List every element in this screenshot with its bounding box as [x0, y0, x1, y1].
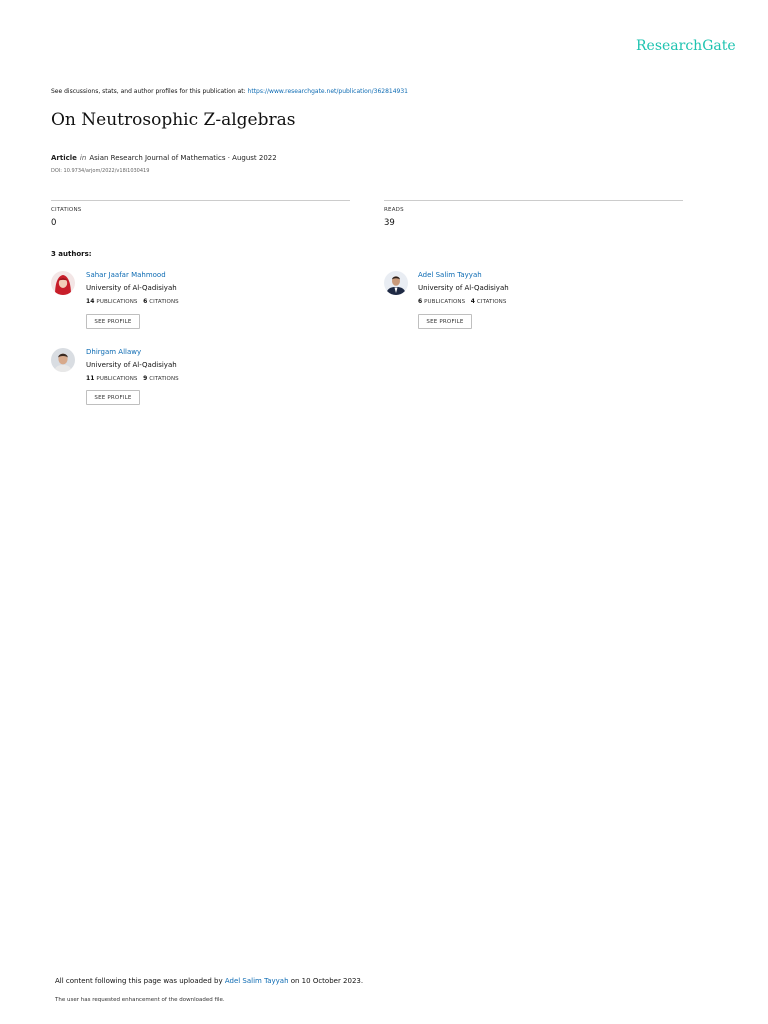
publication-type: Article [51, 154, 77, 162]
see-profile-button[interactable]: SEE PROFILE [86, 314, 140, 329]
publication-title: On Neutrosophic Z-algebras [51, 110, 296, 130]
author-stats: 14 PUBLICATIONS 6 CITATIONS [86, 298, 179, 305]
enhancement-note: The user has requested enhancement of th… [55, 997, 225, 1003]
publications-label: PUBLICATIONS [96, 299, 138, 305]
author-university: University of Al-Qadisiyah [86, 284, 177, 292]
avatar[interactable] [51, 271, 75, 295]
author-photo-icon [51, 348, 75, 372]
upload-note: All content following this page was uplo… [55, 977, 363, 985]
author-photo-icon [51, 271, 75, 295]
citations-value: 0 [51, 218, 57, 228]
reads-label: READS [384, 207, 404, 213]
in-word: in [79, 154, 87, 162]
avatar[interactable] [384, 271, 408, 295]
journal-date: Asian Research Journal of Mathematics · … [89, 154, 277, 162]
discussion-prefix: See discussions, stats, and author profi… [51, 88, 248, 95]
upload-suffix: on 10 October 2023. [288, 977, 364, 985]
citations-divider [51, 200, 350, 201]
publications-count: 6 [418, 298, 423, 305]
researchgate-logo[interactable]: ResearchGate [636, 38, 736, 54]
citations-label: CITATIONS [149, 299, 179, 305]
discussion-line: See discussions, stats, and author profi… [51, 88, 408, 95]
publications-label: PUBLICATIONS [424, 299, 466, 305]
doi: DOI: 10.9734/arjom/2022/v18i1030419 [51, 168, 150, 174]
citations-count: 9 [143, 375, 148, 382]
author-university: University of Al-Qadisiyah [86, 361, 177, 369]
publication-link[interactable]: https://www.researchgate.net/publication… [248, 88, 408, 95]
citations-count: 6 [143, 298, 148, 305]
reads-divider [384, 200, 683, 201]
citations-count: 4 [470, 298, 476, 305]
publications-label: PUBLICATIONS [96, 376, 138, 382]
author-university: University of Al-Qadisiyah [418, 284, 509, 292]
publications-count: 11 [86, 375, 95, 382]
author-stats: 11 PUBLICATIONS 9 CITATIONS [86, 375, 179, 382]
authors-heading: 3 authors: [51, 250, 92, 258]
author-photo-icon [384, 271, 408, 295]
publication-meta: Article in Asian Research Journal of Mathe… [51, 154, 277, 162]
see-profile-button[interactable]: SEE PROFILE [418, 314, 472, 329]
uploader-link[interactable]: Adel Salim Tayyah [225, 977, 289, 985]
upload-prefix: All content following this page was uplo… [55, 977, 225, 985]
author-stats: 6 PUBLICATIONS 4 CITATIONS [418, 298, 506, 305]
avatar[interactable] [51, 348, 75, 372]
reads-value: 39 [384, 218, 395, 228]
publications-count: 14 [86, 298, 95, 305]
see-profile-button[interactable]: SEE PROFILE [86, 390, 140, 405]
author-name[interactable]: Sahar Jaafar Mahmood [86, 271, 166, 279]
citations-label: CITATIONS [149, 376, 179, 382]
citations-label: CITATIONS [51, 207, 82, 213]
author-name[interactable]: Adel Salim Tayyah [418, 271, 482, 279]
author-name[interactable]: Dhirgam Allawy [86, 348, 141, 356]
citations-label: CITATIONS [476, 299, 507, 305]
